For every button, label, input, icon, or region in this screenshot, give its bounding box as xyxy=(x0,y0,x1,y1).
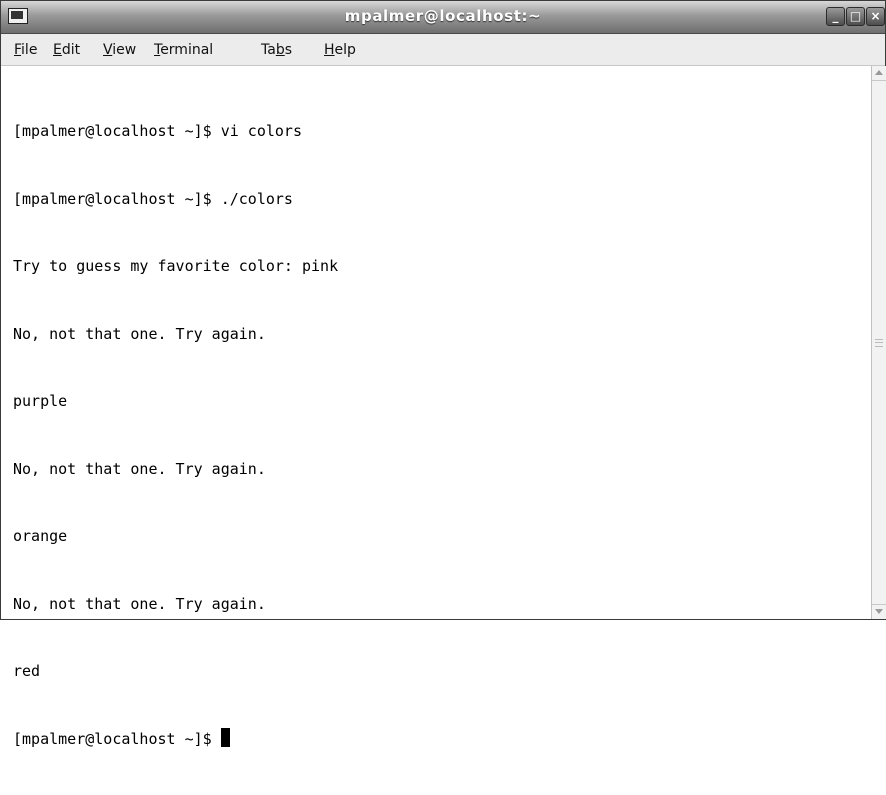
terminal-line: red xyxy=(13,662,41,680)
terminal-output[interactable]: [mpalmer@localhost ~]$ vi colors [mpalme… xyxy=(13,75,863,795)
menu-edit[interactable]: Edit xyxy=(53,42,80,58)
terminal-line: orange xyxy=(13,527,68,545)
title-bar[interactable]: mpalmer@localhost:~ _ □ × xyxy=(1,1,885,34)
menu-bar: File Edit View Terminal Tabs Help xyxy=(1,34,885,66)
vertical-scrollbar[interactable] xyxy=(871,66,886,619)
terminal-line: Try to guess my favorite color: pink xyxy=(13,257,339,275)
scroll-down-arrow-icon[interactable] xyxy=(872,604,886,619)
terminal-line: [mpalmer@localhost ~]$ vi colors xyxy=(13,122,302,140)
maximize-button[interactable]: □ xyxy=(846,7,865,26)
menu-help[interactable]: Help xyxy=(324,42,356,58)
minimize-icon: _ xyxy=(832,9,839,23)
window-title: mpalmer@localhost:~ xyxy=(344,7,542,25)
scroll-up-arrow-icon[interactable] xyxy=(872,66,886,81)
minimize-button[interactable]: _ xyxy=(826,7,845,26)
menu-file[interactable]: File xyxy=(14,42,37,58)
scroll-grip-icon[interactable] xyxy=(875,339,883,347)
close-icon: × xyxy=(870,9,881,23)
menu-view[interactable]: View xyxy=(103,42,136,58)
menu-tabs[interactable]: Tabs xyxy=(261,42,292,58)
maximize-icon: □ xyxy=(849,9,862,23)
terminal-line: No, not that one. Try again. xyxy=(13,459,266,478)
terminal-line: No, not that one. Try again. xyxy=(13,324,266,343)
shell-prompt: [mpalmer@localhost ~]$ xyxy=(13,729,221,748)
text-cursor xyxy=(220,727,230,747)
terminal-line: [mpalmer@localhost ~]$ ./colors xyxy=(13,189,293,208)
terminal-line: purple xyxy=(13,392,68,410)
menu-terminal[interactable]: Terminal xyxy=(154,42,213,58)
terminal-window: mpalmer@localhost:~ _ □ × File Edit View… xyxy=(0,0,886,748)
close-button[interactable]: × xyxy=(866,7,885,26)
terminal-prompt-line: [mpalmer@localhost ~]$ xyxy=(13,727,863,751)
terminal-line: No, not that one. Try again. xyxy=(13,594,266,613)
